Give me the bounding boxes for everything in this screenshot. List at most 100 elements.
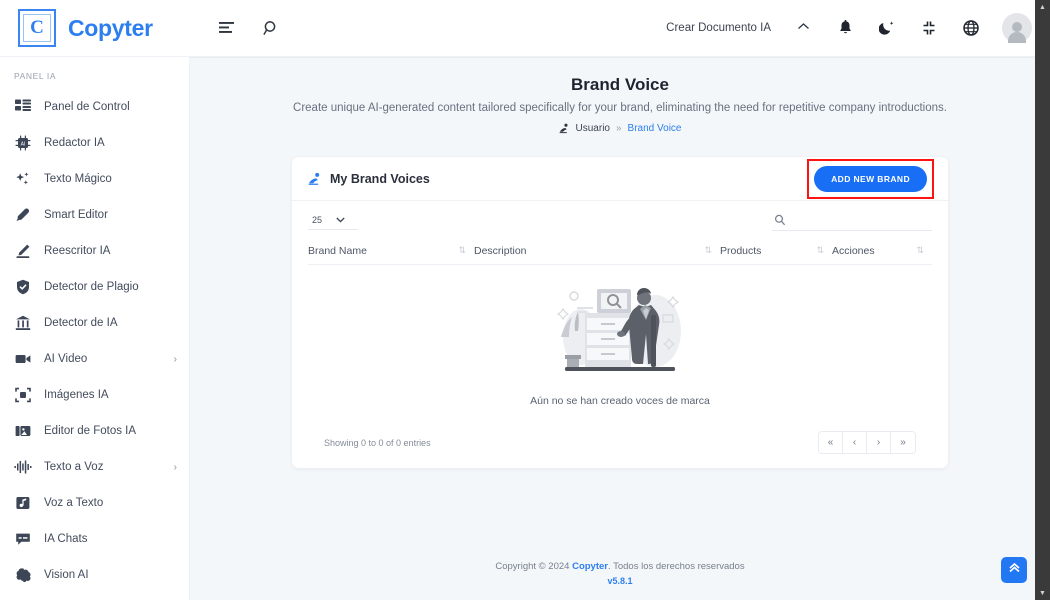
user-voice-icon — [559, 123, 570, 134]
sidebar-item-texto-a-voz[interactable]: Texto a Voz › — [0, 449, 189, 485]
sidebar-item-panel-de-control[interactable]: Panel de Control — [0, 89, 189, 125]
sidebar-section-label: PANEL IA — [14, 71, 57, 81]
pencil-icon — [14, 242, 32, 260]
brand-name: Copyter — [68, 14, 153, 41]
image-frame-icon — [14, 386, 32, 404]
page-length-value: 25 — [312, 215, 323, 225]
sidebar-item-label: Texto Mágico — [44, 173, 112, 185]
chat-icon — [14, 530, 32, 548]
pagination-previous-button[interactable]: ‹ — [843, 432, 867, 453]
sidebar-item-redactor-ia[interactable]: AI Redactor IA — [0, 125, 189, 161]
column-header-description[interactable]: Description ⇅ — [474, 245, 720, 257]
sidebar-item-imagenes-ia[interactable]: Imágenes IA — [0, 377, 189, 413]
breadcrumb-root[interactable]: Usuario — [576, 123, 610, 134]
column-label: Products — [720, 244, 762, 257]
globe-icon[interactable] — [960, 17, 982, 39]
sidebar-item-smart-editor[interactable]: Smart Editor — [0, 197, 189, 233]
fullscreen-exit-icon[interactable] — [918, 17, 940, 39]
sidebar: PANEL IA Panel de Control AI Redactor IA… — [0, 57, 190, 600]
sidebar-item-label: Smart Editor — [44, 209, 108, 221]
breadcrumb: Usuario » Brand Voice — [210, 123, 1030, 134]
top-navigation-bar: C Copyter Crear Documento IA — [0, 0, 1050, 57]
sidebar-item-ai-video[interactable]: AI Video › — [0, 341, 189, 377]
table-footer: Showing 0 to 0 of 0 entries « ‹ › » — [308, 421, 932, 468]
chip-ai-icon: AI — [14, 134, 32, 152]
column-header-products[interactable]: Products ⇅ — [720, 245, 832, 257]
pen-icon — [14, 206, 32, 224]
chevron-down-icon — [336, 215, 345, 225]
search-icon — [774, 214, 786, 226]
sidebar-item-label: Editor de Fotos IA — [44, 425, 137, 437]
shield-check-icon — [14, 278, 32, 296]
pagination: « ‹ › » — [818, 431, 916, 454]
showing-entries-text: Showing 0 to 0 of 0 entries — [324, 437, 431, 448]
avatar-body — [1008, 32, 1026, 43]
bell-icon[interactable] — [834, 17, 856, 39]
chevron-up-icon[interactable] — [797, 22, 810, 34]
sidebar-item-ia-chats[interactable]: IA Chats — [0, 521, 189, 557]
copyright-line: Copyright © 2024 Copyter. Todos los dere… — [190, 561, 1050, 572]
pagination-next-button[interactable]: › — [867, 432, 891, 453]
logo-letter: C — [23, 14, 51, 42]
scrollbar-down-arrow[interactable]: ▼ — [1035, 586, 1050, 600]
topbar-divider — [190, 57, 1035, 58]
empty-state-message: Aún no se han creado voces de marca — [530, 395, 710, 407]
sidebar-item-label: Texto a Voz — [44, 461, 104, 473]
sidebar-item-detector-de-plagio[interactable]: Detector de Plagio — [0, 269, 189, 305]
table-search[interactable] — [772, 212, 932, 231]
sidebar-item-editor-de-fotos-ia[interactable]: Editor de Fotos IA — [0, 413, 189, 449]
page-header: Brand Voice Create unique AI-generated c… — [190, 57, 1050, 134]
moon-icon[interactable] — [876, 17, 898, 39]
sidebar-item-vision-ai[interactable]: Vision AI — [0, 557, 189, 593]
empty-state: Aún no se han creado voces de marca — [308, 265, 932, 421]
sidebar-item-label: IA Chats — [44, 533, 88, 545]
sidebar-item-detector-de-ia[interactable]: Detector de IA — [0, 305, 189, 341]
sidebar-item-label: Imágenes IA — [44, 389, 109, 401]
brand-logo-area[interactable]: C Copyter — [0, 0, 190, 56]
main-content: Brand Voice Create unique AI-generated c… — [190, 57, 1050, 600]
breadcrumb-current[interactable]: Brand Voice — [628, 123, 682, 134]
page-title: Brand Voice — [571, 75, 669, 94]
sort-icon: ⇅ — [816, 245, 824, 255]
video-camera-icon — [14, 350, 32, 368]
app-version: v5.8.1 — [607, 576, 633, 586]
pagination-last-button[interactable]: » — [891, 432, 915, 453]
copyright-prefix: Copyright © 2024 — [495, 561, 573, 572]
menu-icon[interactable] — [216, 17, 238, 39]
search-input[interactable] — [793, 214, 930, 226]
column-header-acciones[interactable]: Acciones ⇅ — [832, 245, 932, 257]
card-title-wrap: My Brand Voices — [308, 172, 430, 186]
dashboard-icon — [14, 98, 32, 116]
waveform-icon — [14, 458, 32, 476]
sidebar-item-label: Reescritor IA — [44, 245, 111, 257]
brand-voice-icon — [308, 172, 322, 186]
scrollbar-up-arrow[interactable]: ▲ — [1035, 0, 1050, 14]
pagination-first-button[interactable]: « — [819, 432, 843, 453]
sort-icon: ⇅ — [458, 245, 466, 255]
create-document-button[interactable]: Crear Documento IA — [666, 22, 771, 34]
card-header: My Brand Voices ADD NEW BRAND — [292, 157, 948, 201]
music-note-icon — [14, 494, 32, 512]
sort-icon: ⇅ — [704, 245, 712, 255]
column-label: Brand Name — [308, 244, 367, 257]
brand-voices-table: Brand Name ⇅ Description ⇅ Products ⇅ Ac… — [292, 237, 948, 468]
page-length-select[interactable]: 25 — [308, 213, 358, 230]
page-footer: Copyright © 2024 Copyter. Todos los dere… — [190, 549, 1050, 600]
application-window: C Copyter Crear Documento IA PANEL IA Pa… — [0, 0, 1050, 600]
column-label: Description — [474, 244, 527, 257]
avatar[interactable] — [1002, 13, 1032, 43]
sidebar-item-texto-magico[interactable]: Texto Mágico — [0, 161, 189, 197]
copyright-suffix: . Todos los derechos reservados — [608, 561, 745, 572]
add-new-brand-button[interactable]: ADD NEW BRAND — [814, 165, 927, 192]
column-header-brand-name[interactable]: Brand Name ⇅ — [308, 245, 474, 257]
sidebar-item-label: Voz a Texto — [44, 497, 104, 509]
sort-icon: ⇅ — [916, 245, 924, 255]
sidebar-item-label: Vision AI — [44, 569, 89, 581]
page-description: Create unique AI-generated content tailo… — [293, 102, 947, 114]
window-scrollbar[interactable]: ▲ ▼ — [1035, 0, 1050, 600]
sidebar-item-voz-a-texto[interactable]: Voz a Texto — [0, 485, 189, 521]
photo-edit-icon — [14, 422, 32, 440]
scroll-to-top-button[interactable] — [1001, 557, 1027, 583]
search-icon[interactable] — [260, 17, 282, 39]
sidebar-item-reescritor-ia[interactable]: Reescritor IA — [0, 233, 189, 269]
